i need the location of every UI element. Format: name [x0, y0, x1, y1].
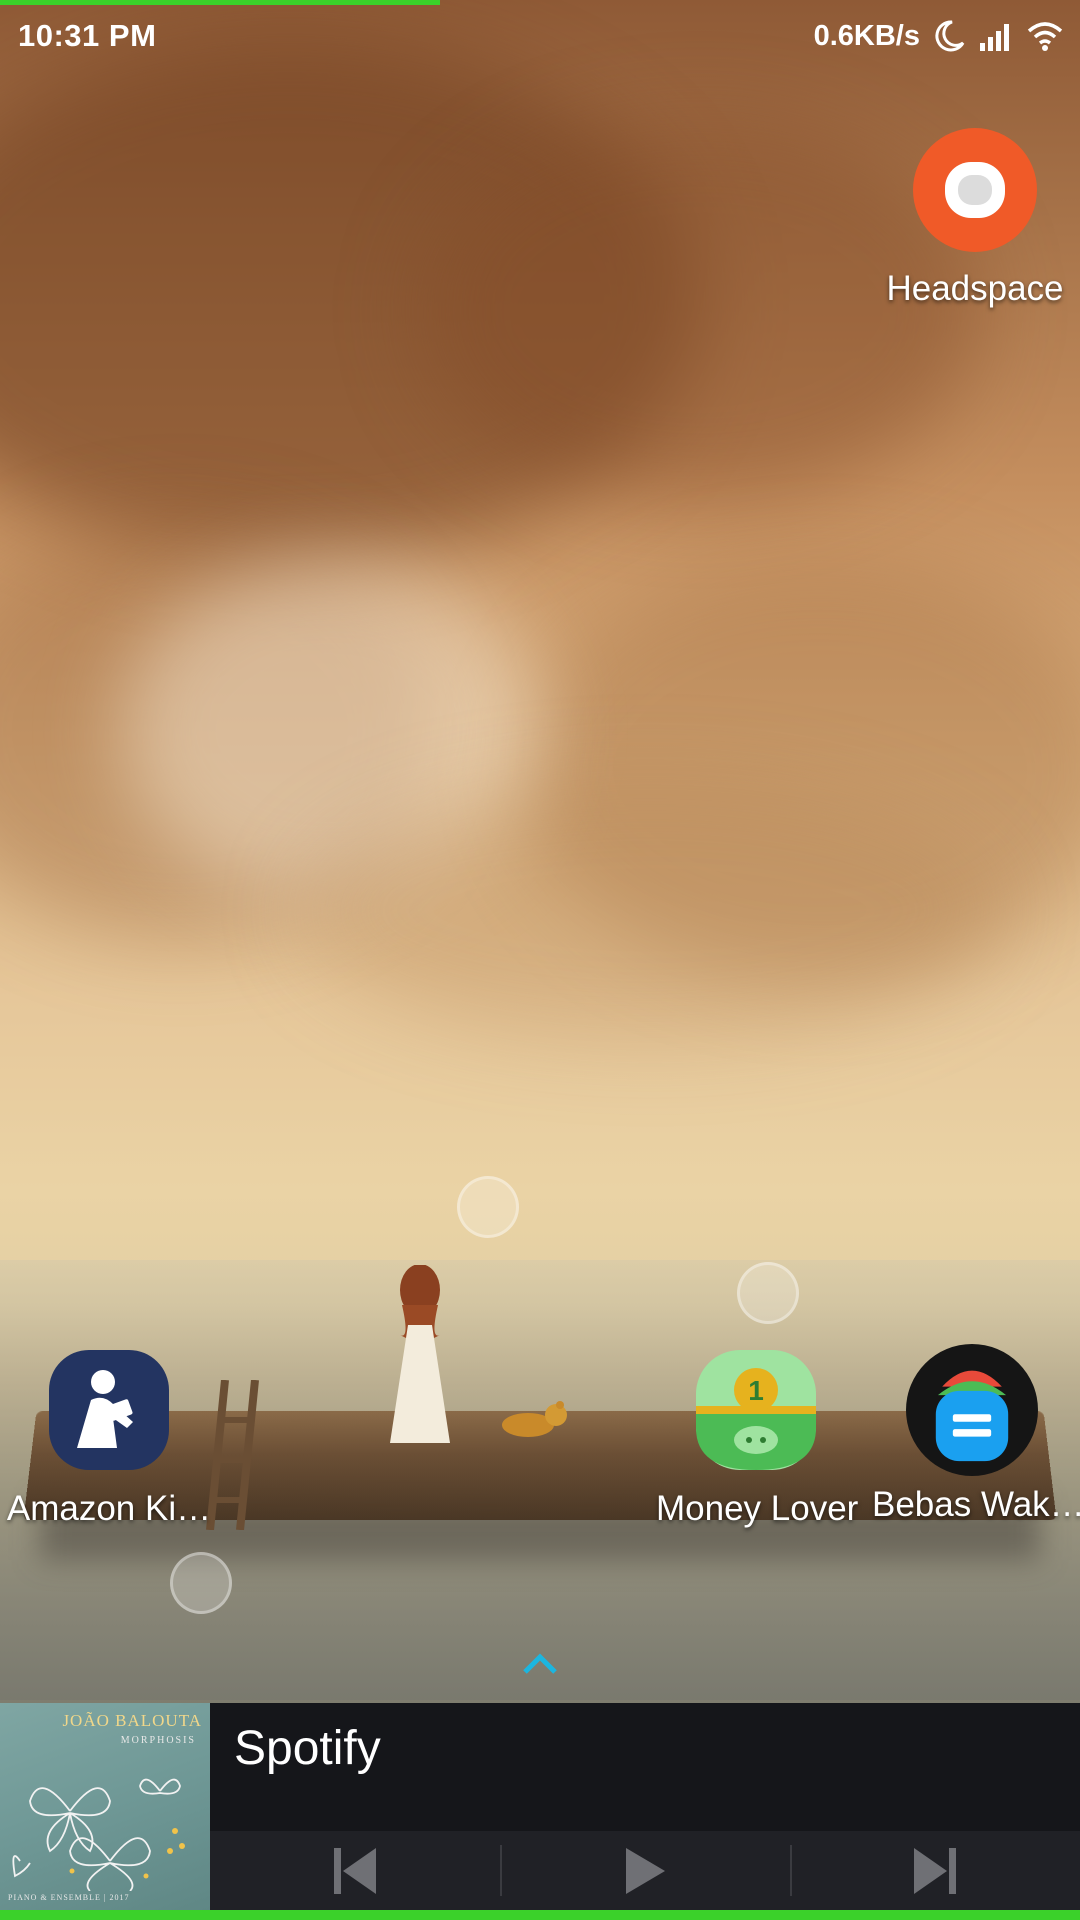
butterfly-artwork — [12, 1778, 185, 1891]
album-art[interactable]: JOÃO BALOUTA MORPHOSIS PIANO & ENSEMBLE … — [0, 1703, 210, 1910]
app-label-bebas-wak: Bebas Wak… — [872, 1485, 1080, 1524]
app-label-headspace: Headspace — [886, 269, 1064, 308]
spotify-widget[interactable]: JOÃO BALOUTA MORPHOSIS PIANO & ENSEMBLE … — [0, 1703, 1080, 1910]
kindle-icon — [49, 1350, 169, 1470]
home-screen: 10:31 PM 0.6KB/s Headspace Amazon Ki… 1 … — [0, 0, 1080, 1920]
network-speed: 0.6KB/s — [813, 19, 920, 52]
widget-accent-line — [0, 1910, 1080, 1920]
app-bebas-wak[interactable]: Bebas Wak… — [872, 1344, 1080, 1525]
previous-button[interactable] — [210, 1831, 500, 1910]
money-lover-icon: 1 — [696, 1350, 816, 1470]
touch-indicator — [737, 1262, 799, 1324]
album-title: MORPHOSIS — [120, 1735, 196, 1746]
status-progress-line — [0, 0, 440, 5]
app-label-amazon-kindle: Amazon Ki… — [6, 1489, 212, 1528]
status-bar: 10:31 PM 0.6KB/s — [0, 0, 1080, 72]
play-button[interactable] — [500, 1831, 790, 1910]
album-artist: JOÃO BALOUTA — [62, 1711, 202, 1730]
chevron-up-icon[interactable] — [521, 1650, 559, 1676]
girl-figure — [390, 1265, 450, 1443]
wifi-icon — [1027, 22, 1063, 51]
teddy-bear — [502, 1401, 567, 1437]
widget-title: Spotify — [234, 1722, 381, 1775]
svg-text:1: 1 — [748, 1375, 764, 1406]
touch-indicator — [457, 1176, 519, 1238]
next-button[interactable] — [790, 1831, 1080, 1910]
next-icon — [914, 1847, 956, 1894]
status-indicators: 0.6KB/s — [814, 16, 1064, 56]
moon-icon — [935, 20, 965, 52]
bebas-wak-icon — [906, 1344, 1038, 1476]
ladder-graphic — [206, 1380, 259, 1530]
app-money-lover[interactable]: 1 Money Lover — [656, 1348, 859, 1529]
app-headspace[interactable]: Headspace — [880, 128, 1070, 309]
album-footer: PIANO & ENSEMBLE | 2017 — [8, 1893, 130, 1902]
headspace-icon — [913, 128, 1037, 252]
playback-controls — [210, 1831, 1080, 1910]
clock: 10:31 PM — [18, 18, 157, 53]
signal-icon — [980, 24, 1009, 51]
touch-indicator — [170, 1552, 232, 1614]
previous-icon — [334, 1847, 376, 1894]
play-icon — [626, 1847, 665, 1894]
app-amazon-kindle[interactable]: Amazon Ki… — [4, 1348, 214, 1529]
app-label-money-lover: Money Lover — [656, 1489, 859, 1528]
